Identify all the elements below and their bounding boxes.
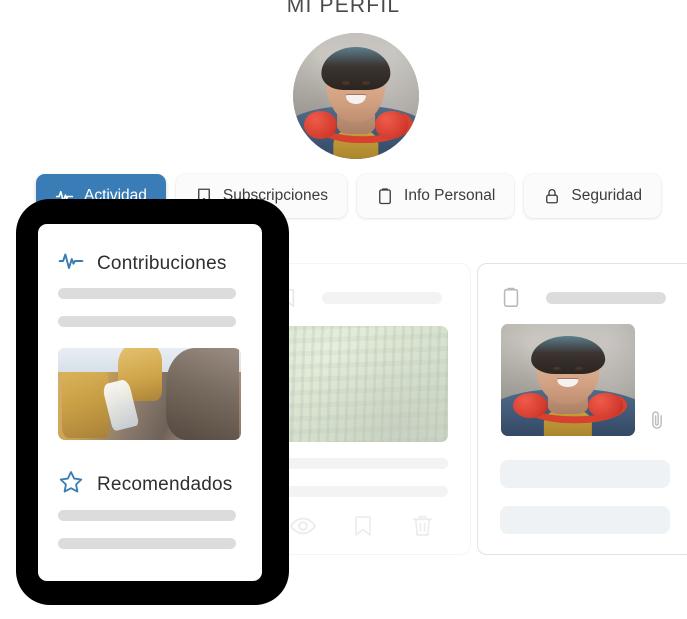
- input-field[interactable]: [500, 460, 670, 488]
- avatar-photo: [293, 33, 419, 159]
- lock-icon: [543, 187, 561, 205]
- paperclip-icon[interactable]: [646, 409, 668, 436]
- skeleton-bar: [276, 458, 448, 469]
- bookmark-icon[interactable]: [351, 514, 375, 543]
- card-image-forest: [276, 326, 448, 442]
- skeleton-bar: [58, 510, 236, 521]
- tab-info-personal[interactable]: Info Personal: [357, 174, 515, 218]
- card-image-portrait: [501, 324, 635, 436]
- card-action-row: [272, 510, 452, 546]
- clipboard-icon: [376, 187, 394, 205]
- card-image-cleanup: [58, 348, 241, 440]
- section-title: Contribuciones: [97, 252, 227, 274]
- eye-icon[interactable]: [289, 512, 317, 545]
- page-title: MI PERFIL: [286, 0, 401, 17]
- trash-icon[interactable]: [410, 513, 435, 543]
- profile-screen: MI PERFIL Actividad Subscripciones Info …: [0, 0, 687, 619]
- tab-label: Seguridad: [571, 187, 643, 204]
- avatar[interactable]: [293, 33, 419, 159]
- skeleton-bar: [58, 538, 236, 549]
- card-actividad[interactable]: Contribuciones Recomendados: [38, 224, 262, 581]
- skeleton-bar: [58, 288, 236, 299]
- tab-label: Info Personal: [404, 187, 496, 204]
- skeleton-bar: [322, 292, 442, 304]
- skeleton-bar: [276, 486, 448, 497]
- card-info-personal[interactable]: [477, 263, 687, 555]
- skeleton-bar: [546, 292, 666, 304]
- section-contribuciones-header: Contribuciones: [58, 248, 227, 279]
- star-icon: [58, 469, 84, 500]
- skeleton-bar: [58, 316, 236, 327]
- tab-seguridad[interactable]: Seguridad: [524, 174, 662, 218]
- clipboard-icon: [500, 286, 522, 313]
- section-recomendados-header: Recomendados: [58, 469, 232, 500]
- section-title: Recomendados: [97, 473, 233, 495]
- input-field[interactable]: [500, 506, 670, 534]
- activity-pulse-icon: [58, 248, 84, 279]
